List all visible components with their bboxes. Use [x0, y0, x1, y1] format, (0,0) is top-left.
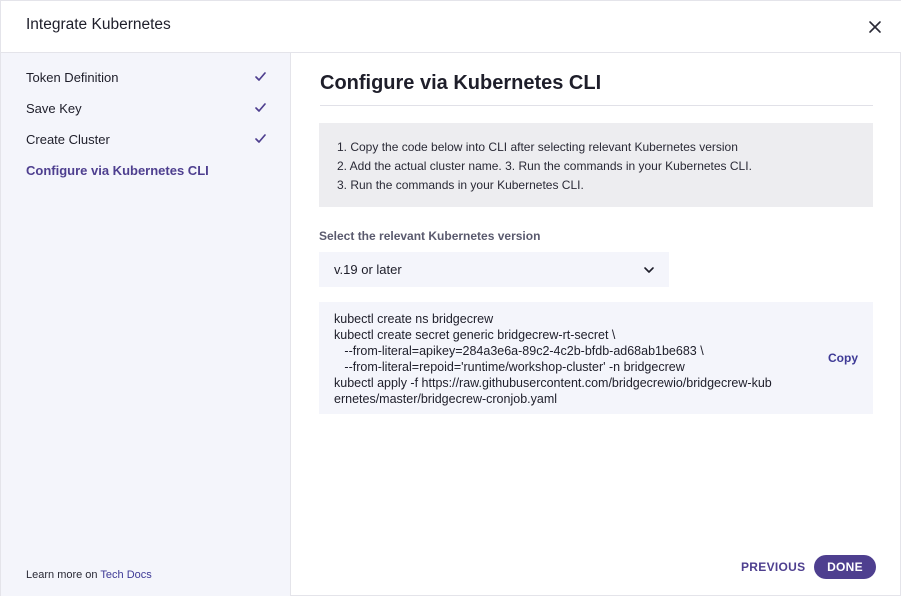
page-title: Configure via Kubernetes CLI	[320, 72, 602, 94]
check-icon	[255, 72, 266, 81]
instruction-item: 2. Add the actual cluster name. 3. Run t…	[337, 159, 752, 173]
copy-button[interactable]: Copy	[828, 351, 858, 365]
learn-more-text: Learn more on Tech Docs	[26, 569, 152, 581]
step-configure-cli[interactable]: Configure via Kubernetes CLI	[26, 160, 271, 182]
step-label: Token Definition	[26, 70, 119, 85]
step-label: Create Cluster	[26, 132, 110, 147]
code-snippet[interactable]: kubectl create ns bridgecrew kubectl cre…	[334, 311, 826, 407]
check-icon	[255, 134, 266, 143]
code-block: kubectl create ns bridgecrew kubectl cre…	[319, 302, 873, 414]
title-divider	[320, 105, 873, 106]
chevron-down-icon	[644, 267, 654, 273]
modal-title: Integrate Kubernetes	[26, 16, 171, 33]
modal-header: Integrate Kubernetes	[1, 1, 901, 53]
tech-docs-link[interactable]: Tech Docs	[100, 569, 151, 581]
step-create-cluster[interactable]: Create Cluster	[26, 129, 271, 151]
done-button[interactable]: DONE	[814, 555, 876, 579]
learn-more-prefix: Learn more on	[26, 569, 98, 581]
main-panel: Configure via Kubernetes CLI 1. Copy the…	[291, 53, 901, 596]
step-label: Configure via Kubernetes CLI	[26, 163, 209, 178]
instruction-item: 1. Copy the code below into CLI after se…	[337, 140, 738, 154]
version-select-label: Select the relevant Kubernetes version	[319, 229, 541, 243]
close-icon	[869, 21, 881, 33]
version-select[interactable]: v.19 or later	[319, 252, 669, 287]
close-button[interactable]	[864, 16, 886, 38]
previous-button[interactable]: PREVIOUS	[741, 560, 805, 574]
step-label: Save Key	[26, 101, 82, 116]
integrate-kubernetes-modal: Integrate Kubernetes Token Definition Sa…	[0, 0, 901, 596]
steps-sidebar: Token Definition Save Key Create Cluster…	[1, 53, 291, 596]
step-token-definition[interactable]: Token Definition	[26, 67, 271, 89]
step-save-key[interactable]: Save Key	[26, 98, 271, 120]
check-icon	[255, 103, 266, 112]
instructions-list: 1. Copy the code below into CLI after se…	[337, 138, 855, 195]
instruction-item: 3. Run the commands in your Kubernetes C…	[337, 178, 584, 192]
version-select-value: v.19 or later	[334, 262, 402, 277]
instructions-box: 1. Copy the code below into CLI after se…	[319, 123, 873, 207]
